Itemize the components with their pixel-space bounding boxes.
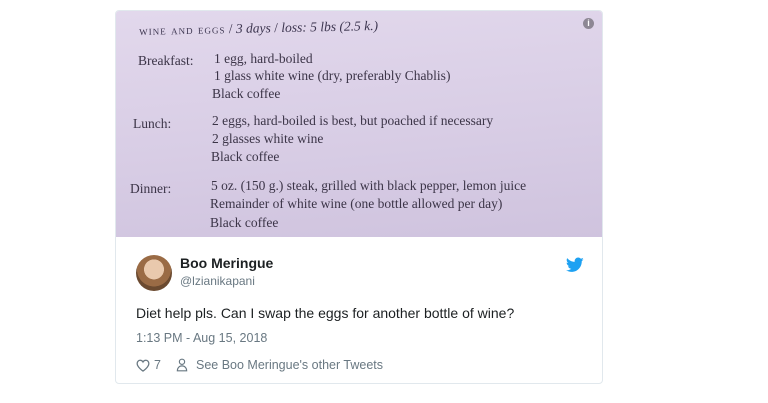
tweet-timestamp[interactable]: 1:13 PM - Aug 15, 2018: [136, 331, 267, 345]
heart-icon[interactable]: [136, 359, 150, 372]
lunch-line: Black coffee: [211, 149, 280, 164]
info-icon[interactable]: i: [583, 18, 594, 29]
breakfast-label: Breakfast:: [138, 53, 194, 68]
diet-heading: Wine and Eggs / 3 days / loss: 5 lbs (2.…: [139, 17, 379, 38]
person-icon: [176, 358, 188, 372]
tweet-text: Diet help pls. Can I swap the eggs for a…: [136, 305, 515, 321]
diet-loss: loss: 5 lbs (2.5 k.): [281, 17, 379, 36]
author-handle[interactable]: @lzianikapani: [180, 274, 255, 288]
dinner-line: Remainder of white wine (one bottle allo…: [210, 196, 503, 211]
dinner-label: Dinner:: [130, 181, 172, 196]
author-name[interactable]: Boo Meringue: [180, 255, 273, 271]
breakfast-line: Black coffee: [212, 86, 281, 101]
dinner-line: Black coffee: [210, 215, 279, 230]
other-tweets-link[interactable]: See Boo Meringue's other Tweets: [196, 358, 383, 372]
lunch-line: 2 eggs, hard-boiled is best, but poached…: [212, 113, 494, 128]
dinner-line: 5 oz. (150 g.) steak, grilled with black…: [211, 178, 527, 193]
diet-days: 3 days: [235, 20, 271, 36]
breakfast-line: 1 glass white wine (dry, preferably Chab…: [214, 68, 451, 83]
twitter-bird-icon[interactable]: [566, 257, 584, 273]
lunch-label: Lunch:: [133, 116, 172, 131]
tweet-photo[interactable]: i Wine and Eggs / 3 days / loss: 5 lbs (…: [116, 11, 602, 237]
like-count[interactable]: 7: [154, 358, 161, 372]
breakfast-line: 1 egg, hard-boiled: [214, 51, 313, 66]
lunch-line: 2 glasses white wine: [212, 131, 324, 146]
diet-title: Wine and Eggs: [139, 21, 226, 38]
avatar[interactable]: [136, 255, 172, 291]
tweet-card: i Wine and Eggs / 3 days / loss: 5 lbs (…: [115, 10, 603, 384]
